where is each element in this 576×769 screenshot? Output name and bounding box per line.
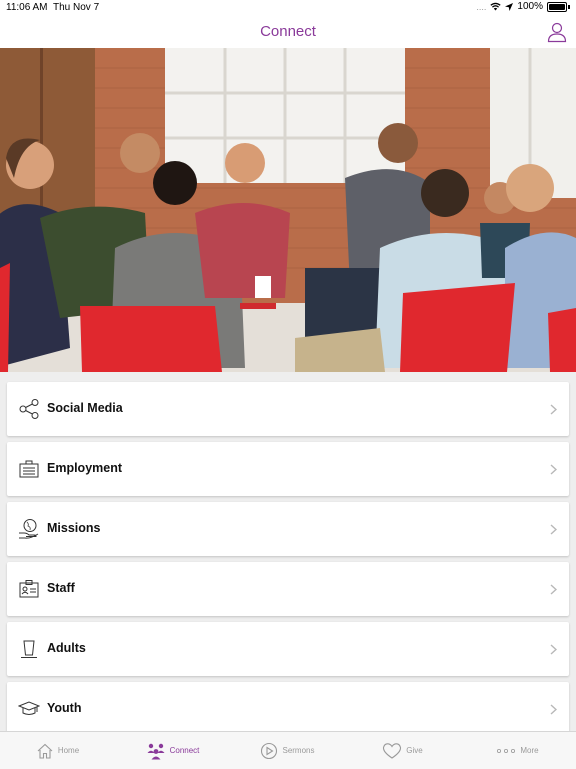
chevron-right-icon bbox=[550, 524, 557, 535]
status-indicators: .... 100% bbox=[476, 1, 570, 12]
tab-label: More bbox=[520, 746, 539, 755]
connect-menu-list: Social Media Employment Missions Staff A… bbox=[0, 372, 576, 731]
status-bar: 11:06 AM Thu Nov 7 .... 100% bbox=[0, 0, 576, 16]
id-card-icon bbox=[19, 580, 39, 598]
status-date: Thu Nov 7 bbox=[53, 2, 100, 13]
graduation-cap-icon bbox=[18, 701, 40, 715]
wifi-icon bbox=[490, 2, 502, 11]
tab-label: Sermons bbox=[282, 746, 315, 755]
menu-item-label: Staff bbox=[47, 581, 75, 595]
heart-icon bbox=[383, 742, 402, 759]
tab-label: Give bbox=[406, 746, 423, 755]
menu-item-label: Youth bbox=[47, 701, 82, 715]
tab-more[interactable]: More bbox=[460, 732, 575, 769]
tab-connect[interactable]: Connect bbox=[115, 732, 230, 769]
profile-icon[interactable] bbox=[546, 21, 568, 43]
tab-label: Connect bbox=[169, 746, 200, 755]
group-photo bbox=[0, 48, 576, 372]
battery-percentage: 100% bbox=[517, 1, 543, 12]
chevron-right-icon bbox=[550, 404, 557, 415]
globe-hand-icon bbox=[19, 519, 39, 539]
menu-item-employment[interactable]: Employment bbox=[7, 442, 569, 496]
tab-home[interactable]: Home bbox=[0, 732, 115, 769]
home-icon bbox=[37, 743, 53, 759]
menu-item-label: Employment bbox=[47, 461, 123, 475]
menu-item-social-media[interactable]: Social Media bbox=[7, 382, 569, 436]
menu-item-staff[interactable]: Staff bbox=[7, 562, 569, 616]
page-title: Connect bbox=[260, 23, 316, 40]
menu-item-youth[interactable]: Youth bbox=[7, 682, 569, 731]
play-icon bbox=[261, 742, 278, 759]
chevron-right-icon bbox=[550, 644, 557, 655]
tab-sermons[interactable]: Sermons bbox=[230, 732, 345, 769]
status-time: 11:06 AM bbox=[6, 2, 48, 13]
menu-item-label: Social Media bbox=[47, 401, 123, 415]
tab-label: Home bbox=[57, 746, 80, 755]
battery-cap bbox=[568, 4, 570, 9]
menu-item-label: Adults bbox=[47, 641, 86, 655]
tab-bar: Home Connect Sermons Give More bbox=[0, 731, 576, 769]
menu-item-label: Missions bbox=[47, 521, 101, 535]
hero-image bbox=[0, 48, 576, 372]
chevron-right-icon bbox=[550, 704, 557, 715]
tab-give[interactable]: Give bbox=[345, 732, 460, 769]
share-icon bbox=[19, 399, 39, 419]
battery-icon bbox=[547, 1, 567, 12]
people-icon bbox=[147, 743, 165, 759]
chevron-right-icon bbox=[550, 464, 557, 475]
briefcase-icon bbox=[19, 460, 39, 478]
dots-icon bbox=[497, 748, 516, 753]
navigation-bar: Connect bbox=[0, 16, 576, 49]
chevron-right-icon bbox=[550, 584, 557, 595]
coffee-cup-icon bbox=[21, 640, 37, 658]
menu-item-adults[interactable]: Adults bbox=[7, 622, 569, 676]
location-arrow-icon bbox=[505, 2, 514, 11]
signal-icon: .... bbox=[476, 1, 487, 12]
menu-item-missions[interactable]: Missions bbox=[7, 502, 569, 556]
